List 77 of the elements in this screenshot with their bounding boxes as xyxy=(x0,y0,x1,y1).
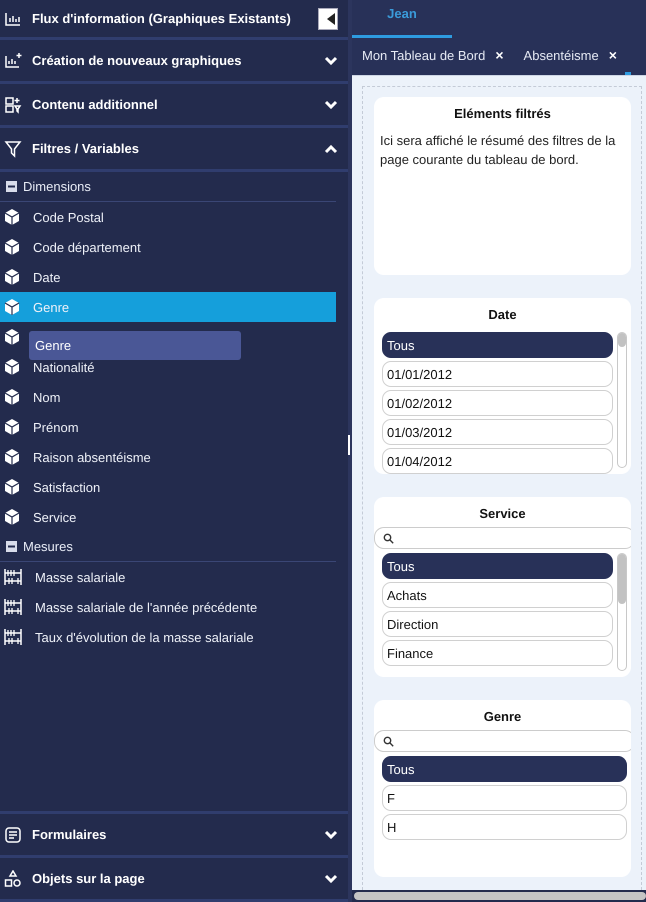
collapse-icon[interactable] xyxy=(6,181,17,192)
chevron-down-icon[interactable] xyxy=(324,874,338,884)
caret-left-icon xyxy=(325,10,337,26)
cube-icon xyxy=(3,238,21,256)
card-text: Ici sera affiché le résumé des filtres de la page courante du tableau de bord. xyxy=(379,132,616,169)
filter-option[interactable]: Tous xyxy=(382,332,613,358)
card-title: Service xyxy=(478,506,527,521)
close-button[interactable]: × xyxy=(495,47,504,63)
filter-option[interactable]: 01/04/2012 xyxy=(382,448,613,474)
filter-option[interactable]: 01/03/2012 xyxy=(382,419,613,445)
close-button[interactable]: × xyxy=(608,47,617,63)
card-title: Date xyxy=(487,307,518,322)
collapse-icon[interactable] xyxy=(6,541,17,552)
filter-option[interactable]: F xyxy=(382,785,627,811)
chevron-down-icon[interactable] xyxy=(324,100,338,110)
filter-option[interactable]: Tous xyxy=(382,553,613,579)
tree-item-label[interactable]: Nom xyxy=(33,390,60,404)
filter-option[interactable]: Direction xyxy=(382,611,613,637)
drag-ghost: Genre xyxy=(29,331,241,360)
filter-option[interactable]: 01/01/2012 xyxy=(382,361,613,387)
tree-item-label[interactable]: Service xyxy=(33,510,76,524)
tree-item-label[interactable]: Prénom xyxy=(33,420,79,434)
filter-option[interactable]: 01/02/2012 xyxy=(382,390,613,416)
section-title[interactable]: Contenu additionnel xyxy=(32,97,314,112)
section-title[interactable]: Objets sur la page xyxy=(32,871,314,886)
tree-item-label[interactable]: Code département xyxy=(33,240,141,254)
filter-option[interactable]: Achats xyxy=(382,582,613,608)
filter-icon xyxy=(4,140,22,158)
section-title[interactable]: Formulaires xyxy=(32,827,314,842)
cube-icon xyxy=(3,418,21,436)
form-icon xyxy=(4,826,22,844)
tree-item-label[interactable]: Satisfaction xyxy=(33,480,100,494)
cube-icon xyxy=(3,328,21,346)
tree-item-label[interactable]: Nationalité xyxy=(33,360,94,374)
tree-item-label[interactable]: Code Postal xyxy=(33,210,104,224)
filter-option[interactable]: H xyxy=(382,814,627,840)
section-title[interactable]: Filtres / Variables xyxy=(32,141,314,156)
section-title[interactable]: Création de nouveaux graphiques xyxy=(32,53,314,68)
filter-option[interactable]: Finance xyxy=(382,640,613,666)
chevron-down-icon[interactable] xyxy=(324,830,338,840)
cube-icon xyxy=(3,448,21,466)
cube-icon xyxy=(3,508,21,526)
chevron-down-icon[interactable] xyxy=(324,56,338,66)
search-field[interactable] xyxy=(374,527,631,549)
filter-option[interactable]: Tous xyxy=(382,756,627,782)
group-label: Dimensions xyxy=(23,179,91,194)
abacus-icon xyxy=(3,598,23,616)
card-title: Genre xyxy=(482,709,522,724)
collapse-button[interactable] xyxy=(318,8,338,30)
shapes-icon xyxy=(4,870,22,888)
scrollbar[interactable] xyxy=(617,553,627,671)
tab[interactable]: Absentéisme × xyxy=(524,38,637,75)
search-icon xyxy=(383,736,394,746)
card-title: Eléments filtrés xyxy=(453,106,552,121)
section-title[interactable]: Flux d'information (Graphiques Existants) xyxy=(32,11,308,26)
add-content-icon xyxy=(4,96,22,114)
cube-icon xyxy=(3,358,21,376)
bar-chart-plus-icon xyxy=(4,52,22,70)
abacus-icon xyxy=(3,628,23,646)
tree-item-label[interactable]: Taux d'évolution de la masse salariale xyxy=(35,630,254,644)
cube-icon xyxy=(3,298,21,316)
cube-icon xyxy=(3,268,21,286)
search-field[interactable] xyxy=(374,730,631,752)
cube-icon xyxy=(3,208,21,226)
scrollbar[interactable] xyxy=(617,332,627,468)
tree-item-label[interactable]: Raison absentéisme xyxy=(33,450,151,464)
cube-icon xyxy=(3,388,21,406)
tree-item-label[interactable]: Date xyxy=(33,270,60,284)
tree-item-label[interactable]: Masse salariale de l'année précédente xyxy=(35,600,258,614)
tab[interactable]: Mon Tableau de Bord × xyxy=(362,38,524,75)
search-icon xyxy=(383,532,394,544)
group-label: Mesures xyxy=(23,539,73,554)
abacus-icon xyxy=(3,568,23,586)
chevron-up-icon[interactable] xyxy=(324,144,338,154)
horizontal-scrollbar[interactable] xyxy=(354,892,646,900)
tree-item-label[interactable]: Masse salariale xyxy=(35,570,126,584)
cube-icon xyxy=(3,478,21,496)
